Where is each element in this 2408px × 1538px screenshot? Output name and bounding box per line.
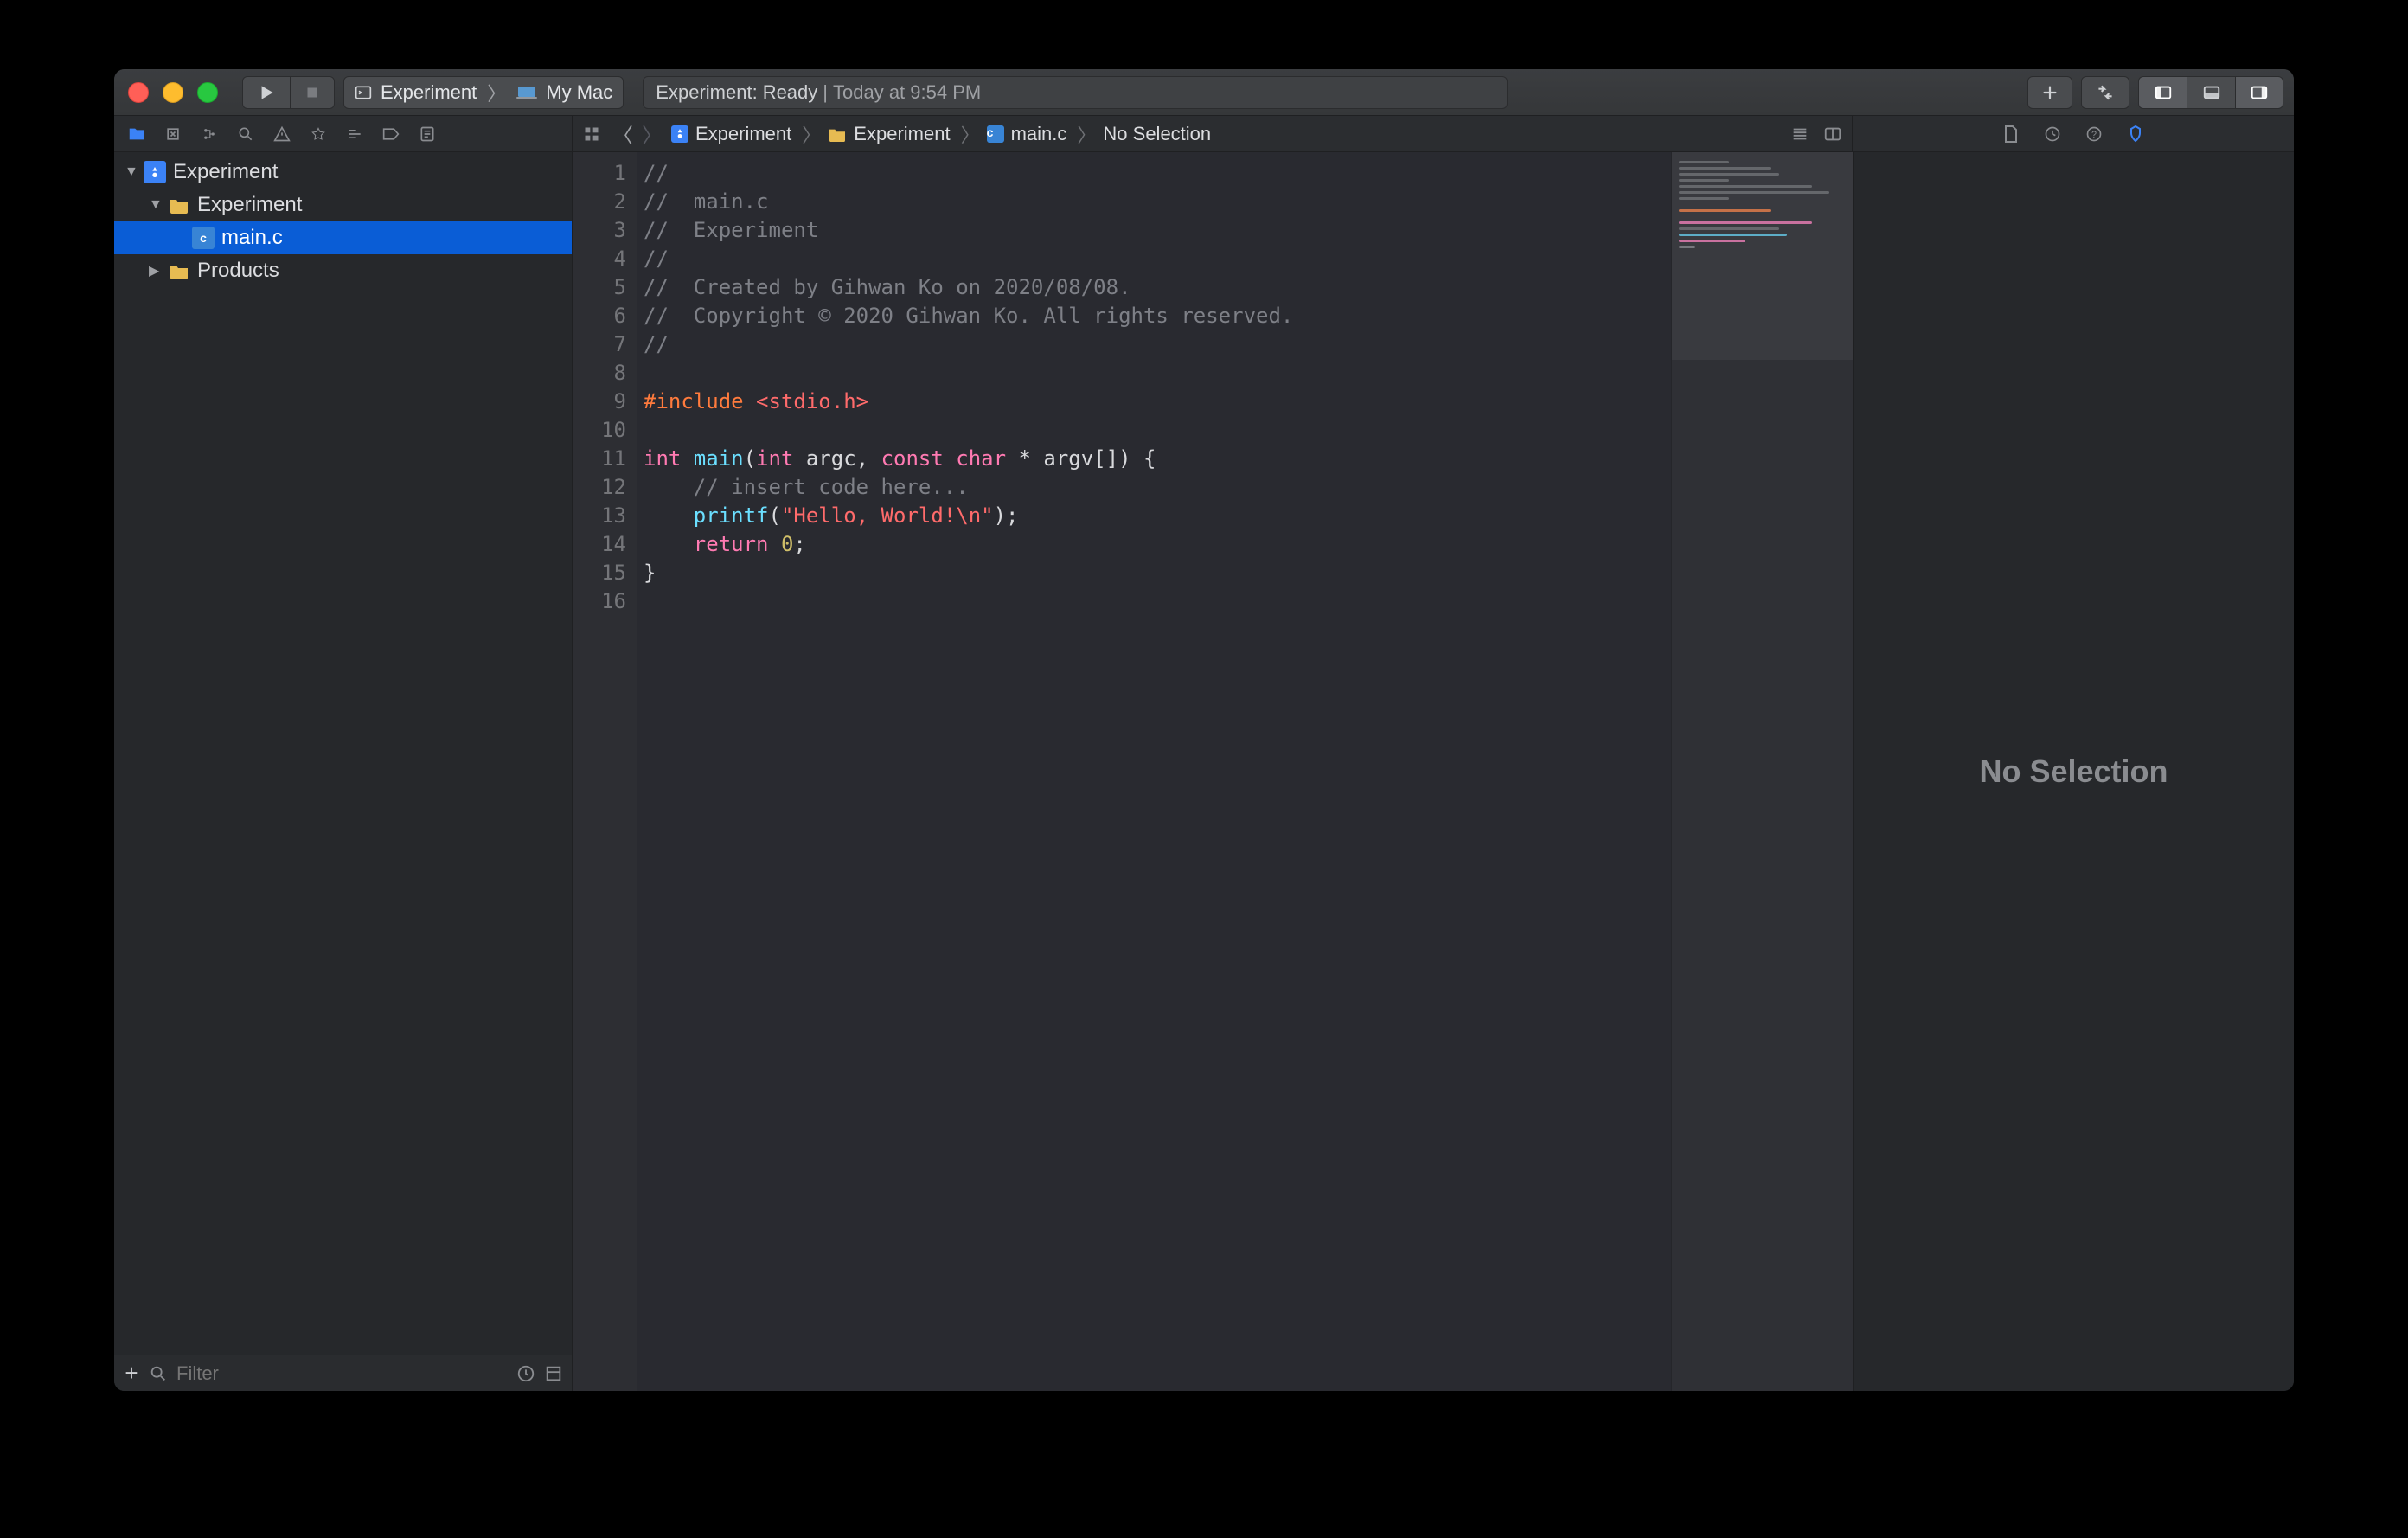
activity-viewer[interactable]: Experiment: Ready | Today at 9:54 PM <box>643 76 1508 109</box>
project-tree[interactable]: ▼ Experiment ▼ Experiment c main.c ▶ Products <box>114 152 572 1355</box>
jump-bar-crumbs[interactable]: Experiment 〉 Experiment 〉 c main.c 〉 <box>671 120 1211 148</box>
crumb-label: No Selection <box>1103 123 1211 145</box>
inspector-tab-icons: ? <box>1853 116 2294 151</box>
disclosure-triangle-icon[interactable]: ▶ <box>149 262 161 279</box>
navigator-filter-bar: + <box>114 1355 572 1391</box>
source-editor[interactable]: 12345678910111213141516 //// main.c// Ex… <box>573 152 1853 1391</box>
crumb-label: Experiment <box>695 123 791 145</box>
project-icon <box>671 125 688 143</box>
crumb-label: Experiment <box>854 123 950 145</box>
mac-icon <box>516 86 537 99</box>
filter-icon <box>149 1364 168 1383</box>
debug-navigator-icon[interactable] <box>344 124 365 144</box>
minimize-icon[interactable] <box>163 82 183 103</box>
recent-filter-icon[interactable] <box>516 1364 535 1383</box>
stop-button[interactable] <box>290 76 335 109</box>
minimap[interactable] <box>1671 152 1853 1391</box>
symbol-navigator-icon[interactable] <box>199 124 220 144</box>
editor-jump-bar: 〈 〉 Experiment 〉 Experiment <box>573 116 1853 151</box>
chevron-right-icon: 〉 <box>487 79 506 106</box>
project-icon <box>144 161 166 183</box>
source-control-navigator-icon[interactable] <box>163 124 183 144</box>
disclosure-triangle-icon[interactable]: ▼ <box>149 197 161 213</box>
chevron-right-icon: 〉 <box>802 120 821 148</box>
c-file-icon: c <box>987 125 1004 143</box>
scm-filter-icon[interactable] <box>544 1364 563 1383</box>
navigator-tab-icons <box>114 116 573 151</box>
zoom-icon[interactable] <box>197 82 218 103</box>
crumb-file[interactable]: c main.c 〉 <box>987 120 1097 148</box>
tree-row[interactable]: ▶ Products <box>114 254 572 287</box>
activity-time: Today at 9:54 PM <box>833 81 981 104</box>
crumb-symbol[interactable]: No Selection <box>1103 123 1211 145</box>
back-button[interactable]: 〈 <box>612 119 631 149</box>
tree-row[interactable]: ▼ Experiment <box>114 156 572 189</box>
report-navigator-icon[interactable] <box>417 124 438 144</box>
tree-row-label: main.c <box>221 226 283 250</box>
code-view[interactable]: //// main.c// Experiment//// Created by … <box>637 152 1671 1391</box>
panel-toggle-group <box>2138 76 2283 109</box>
xcode-window: Experiment 〉 My Mac Experiment: Ready | … <box>114 69 2294 1391</box>
code-review-button[interactable] <box>2081 76 2129 109</box>
adjust-editor-options-icon[interactable] <box>1822 124 1843 144</box>
line-gutter: 12345678910111213141516 <box>573 152 637 1391</box>
folder-icon <box>828 126 847 142</box>
history-inspector-icon[interactable] <box>2042 124 2063 144</box>
c-file-icon: c <box>192 227 215 249</box>
tree-row[interactable]: ▼ Experiment <box>114 189 572 221</box>
tree-row-label: Experiment <box>197 193 302 217</box>
inspector-panel: No Selection <box>1853 152 2294 1391</box>
window-traffic-lights <box>128 82 218 103</box>
issue-navigator-icon[interactable] <box>272 124 292 144</box>
toggle-inspector-button[interactable] <box>2235 76 2283 109</box>
test-navigator-icon[interactable] <box>308 124 329 144</box>
titlebar: Experiment 〉 My Mac Experiment: Ready | … <box>114 69 2294 116</box>
svg-text:?: ? <box>2091 130 2097 140</box>
related-items-icon[interactable] <box>581 124 602 144</box>
scheme-selector[interactable]: Experiment 〉 My Mac <box>343 76 624 109</box>
activity-sep: | <box>823 81 828 104</box>
run-stop-group <box>242 76 335 109</box>
editor-area: 12345678910111213141516 //// main.c// Ex… <box>573 152 2294 1391</box>
tree-row-label: Products <box>197 259 279 283</box>
tree-row[interactable]: c main.c <box>114 221 572 254</box>
tree-row-label: Experiment <box>173 160 278 184</box>
editor-layout-icon[interactable] <box>1790 124 1810 144</box>
folder-icon <box>168 260 190 282</box>
minimap-viewport[interactable] <box>1672 152 1853 360</box>
close-icon[interactable] <box>128 82 149 103</box>
navigator-and-jumpbar: 〈 〉 Experiment 〉 Experiment <box>114 116 2294 152</box>
activity-prefix: Experiment: <box>656 81 757 104</box>
terminal-icon <box>355 84 372 101</box>
attributes-inspector-icon[interactable] <box>2125 124 2146 144</box>
scheme-name: Experiment <box>381 81 477 104</box>
run-button[interactable] <box>242 76 290 109</box>
forward-button[interactable]: 〉 <box>642 119 661 149</box>
inspector-empty-text: No Selection <box>1979 753 2168 790</box>
project-navigator-icon[interactable] <box>126 124 147 144</box>
toggle-debug-area-button[interactable] <box>2187 76 2235 109</box>
toggle-navigator-button[interactable] <box>2138 76 2187 109</box>
library-button[interactable] <box>2027 76 2072 109</box>
add-button[interactable]: + <box>123 1360 140 1387</box>
breakpoint-navigator-icon[interactable] <box>381 124 401 144</box>
crumb-folder[interactable]: Experiment 〉 <box>828 120 979 148</box>
crumb-label: main.c <box>1011 123 1067 145</box>
help-inspector-icon[interactable]: ? <box>2084 124 2104 144</box>
activity-state: Ready <box>763 81 818 104</box>
project-navigator: ▼ Experiment ▼ Experiment c main.c ▶ Products + <box>114 152 573 1391</box>
filter-input[interactable] <box>176 1362 508 1385</box>
crumb-project[interactable]: Experiment 〉 <box>671 120 821 148</box>
scheme-target: My Mac <box>546 81 612 104</box>
find-navigator-icon[interactable] <box>235 124 256 144</box>
chevron-right-icon: 〉 <box>961 120 980 148</box>
folder-icon <box>168 194 190 216</box>
disclosure-triangle-icon[interactable]: ▼ <box>125 164 137 180</box>
file-inspector-icon[interactable] <box>2001 124 2021 144</box>
chevron-right-icon: 〉 <box>1077 120 1096 148</box>
